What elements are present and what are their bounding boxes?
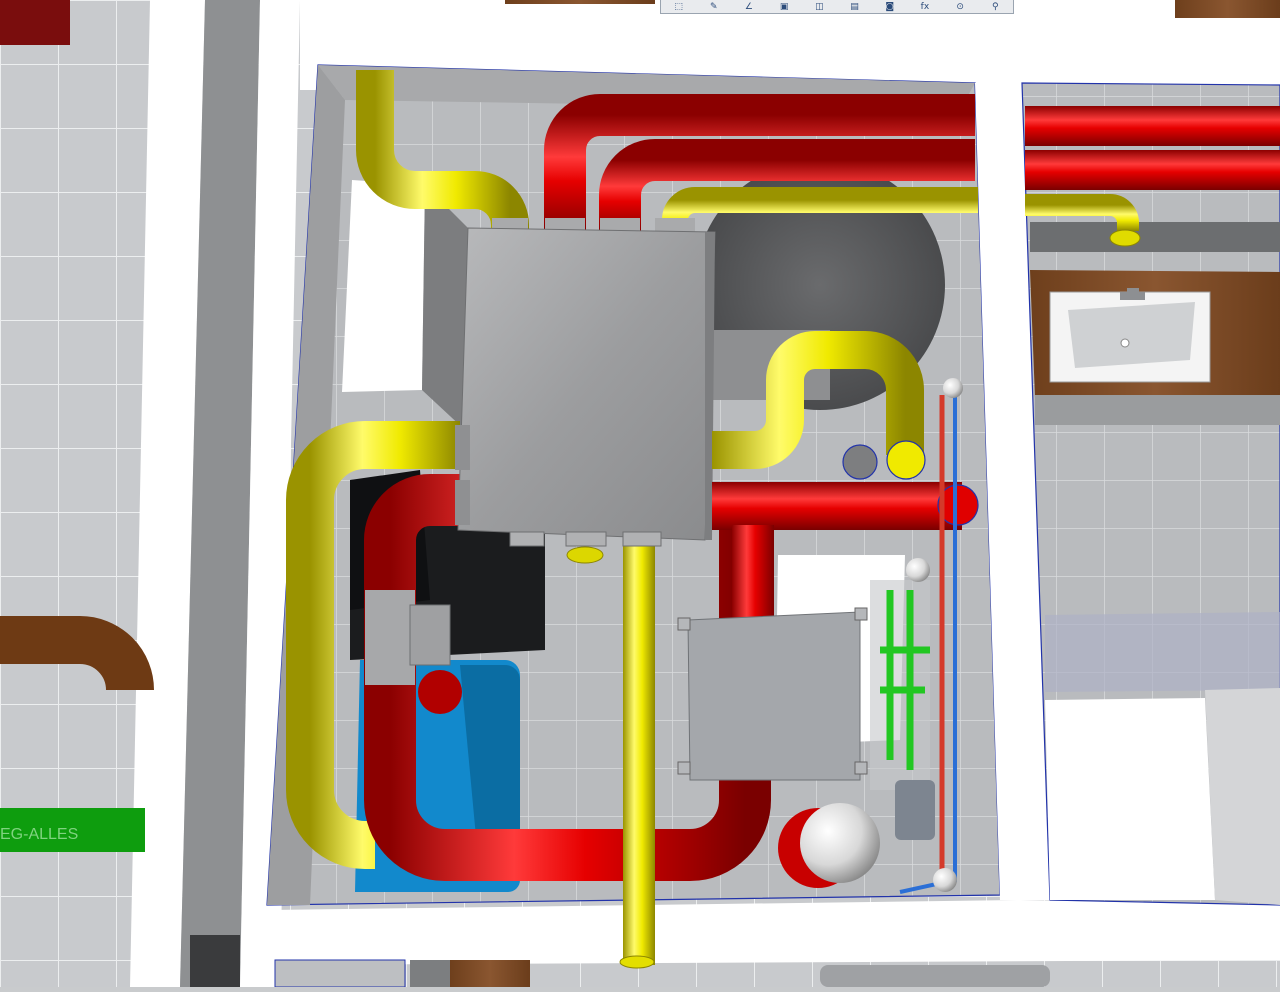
formula-icon: fx bbox=[920, 1, 930, 12]
pipe-sleeve bbox=[365, 590, 415, 685]
section-icon: ▤ bbox=[850, 1, 859, 12]
render-icon: ▣ bbox=[779, 1, 789, 12]
select-icon: ⬚ bbox=[674, 1, 683, 12]
tb-btn-0[interactable]: ⬚ bbox=[668, 1, 690, 13]
view-icon: ◫ bbox=[815, 1, 824, 12]
supply-pipe-right-1 bbox=[1025, 106, 1280, 146]
tb-btn-4[interactable]: ◫ bbox=[808, 1, 830, 13]
wall-bottom bbox=[260, 900, 1280, 965]
tb-btn-9[interactable]: ⚲ bbox=[984, 1, 1006, 13]
control-panel[interactable] bbox=[687, 611, 861, 781]
supply-pipe-right-2 bbox=[1025, 150, 1280, 190]
view-toolbar: ⬚ ✎ ∠ ▣ ◫ ▤ ◙ fx ⊙ ⚲ bbox=[660, 0, 1014, 14]
tb-btn-1[interactable]: ✎ bbox=[703, 1, 725, 13]
tb-btn-6[interactable]: ◙ bbox=[879, 1, 901, 13]
line-icon: ∠ bbox=[744, 1, 753, 12]
tb-btn-5[interactable]: ▤ bbox=[844, 1, 866, 13]
3d-viewport[interactable]: EG-ALLES ⬚ ✎ ∠ ▣ ◫ ▤ ◙ fx ⊙ ⚲ bbox=[0, 0, 1280, 988]
exhaust-pipe-vertical bbox=[623, 545, 655, 965]
supply-pipe-outlet bbox=[712, 482, 962, 530]
tb-btn-8[interactable]: ⊙ bbox=[949, 1, 971, 13]
camera-icon: ◙ bbox=[885, 1, 895, 12]
model-scene[interactable]: EG-ALLES bbox=[0, 0, 1280, 988]
sketch-icon: ✎ bbox=[710, 1, 718, 12]
tb-btn-3[interactable]: ▣ bbox=[773, 1, 795, 13]
tb-btn-2[interactable]: ∠ bbox=[738, 1, 760, 13]
expansion-vessel bbox=[800, 803, 880, 883]
red-object bbox=[0, 0, 70, 45]
ventilation-unit[interactable] bbox=[457, 227, 716, 541]
sink[interactable] bbox=[1049, 288, 1211, 383]
measure-icon: ⊙ bbox=[956, 1, 964, 12]
pipe-label: EG-ALLES bbox=[0, 826, 78, 843]
probe-icon: ⚲ bbox=[991, 1, 999, 12]
tb-btn-7[interactable]: fx bbox=[914, 1, 936, 13]
